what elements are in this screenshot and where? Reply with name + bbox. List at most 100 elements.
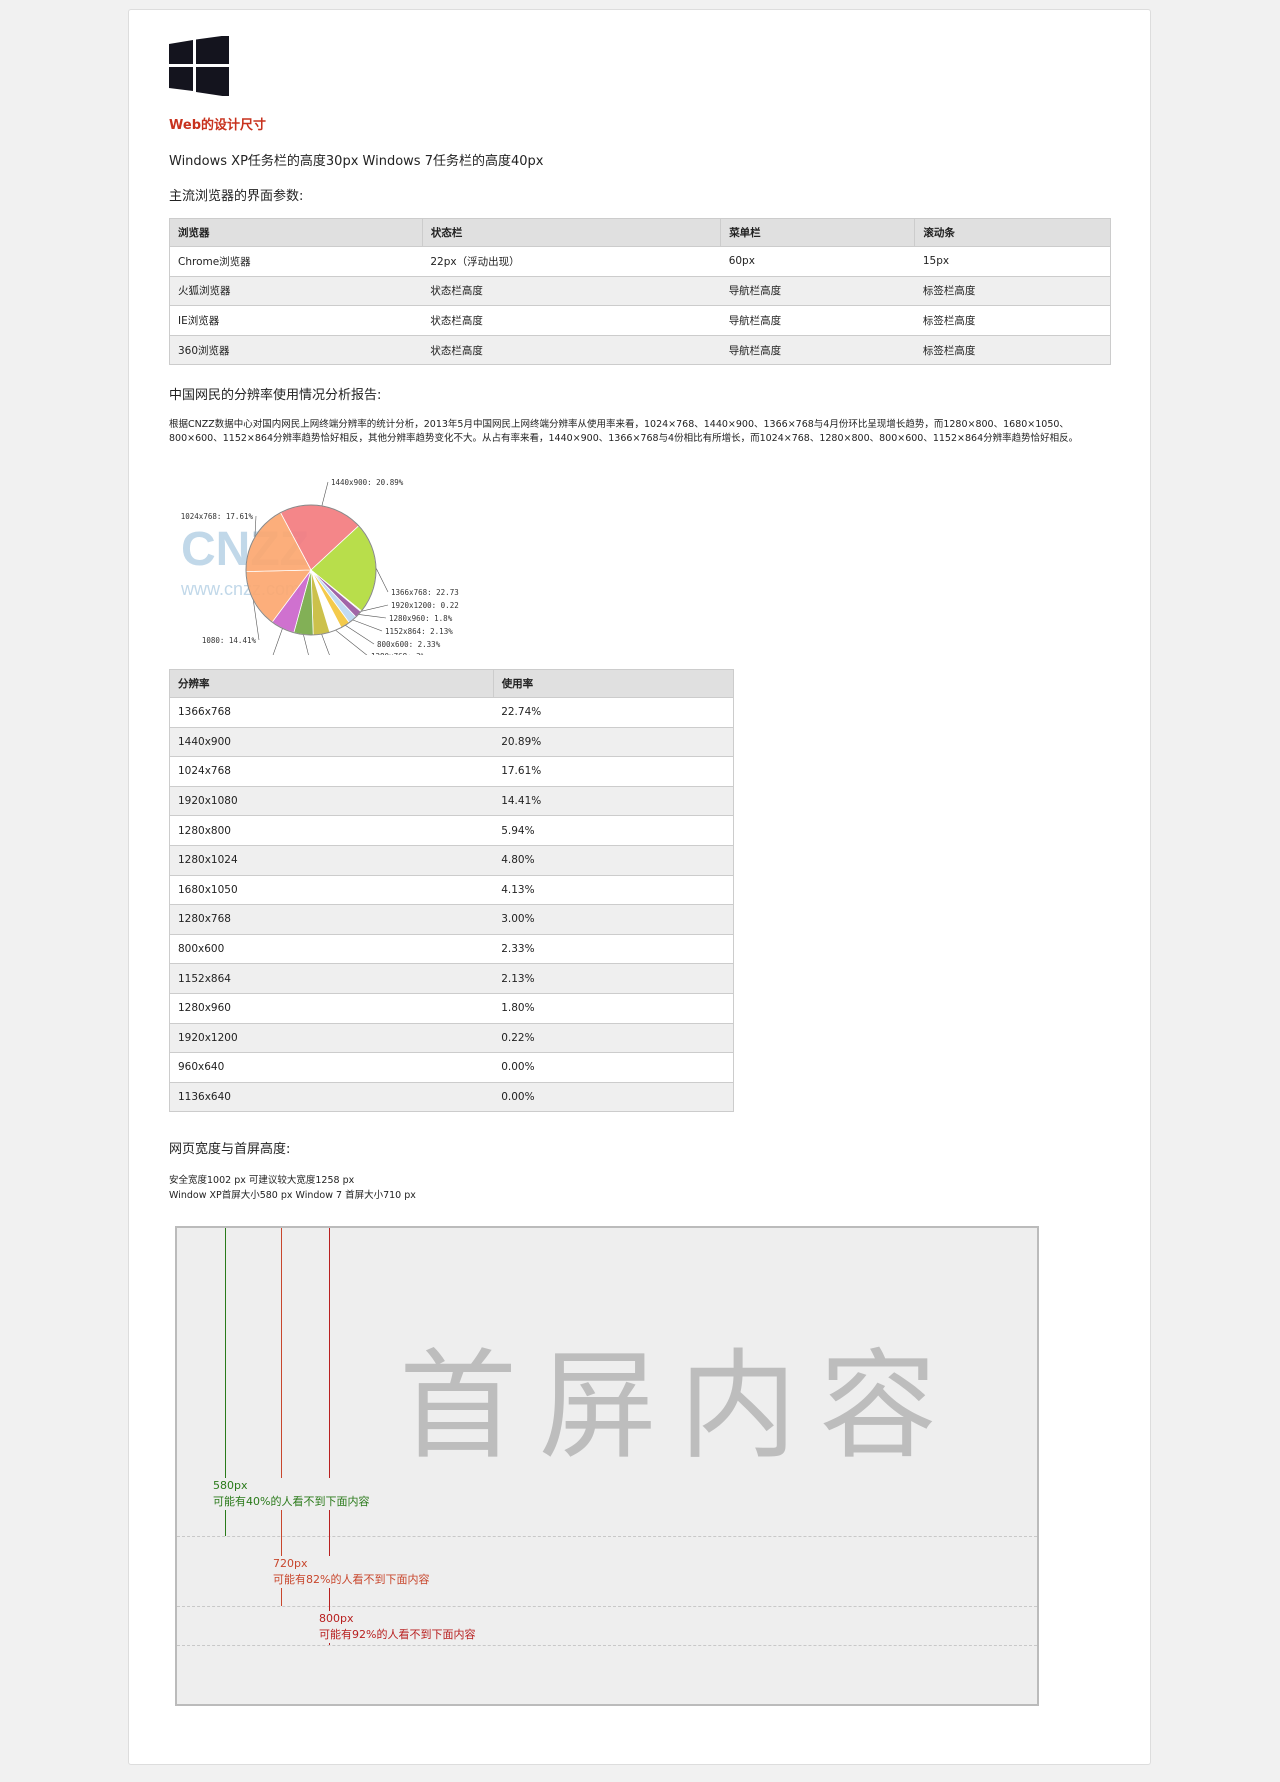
fold-line-720 xyxy=(177,1606,1037,1607)
marker-px: 800px xyxy=(319,1612,354,1625)
browsers-heading: 主流浏览器的界面参数: xyxy=(169,189,304,204)
column-header: 状态栏 xyxy=(421,218,722,247)
table-row: 360浏览器 状态栏高度 导航栏高度 标签栏高度 xyxy=(169,334,1111,366)
table-row: 1366x768 22.74% xyxy=(169,697,735,728)
table-row: 1920x1200 0.22% xyxy=(169,1022,735,1054)
table-cell: 标签栏高度 xyxy=(914,334,1111,366)
marker-text: 可能有40%的人看不到下面内容 xyxy=(213,1495,370,1508)
table-cell: 1280x960 xyxy=(169,992,494,1024)
pie-leader-line xyxy=(321,634,330,655)
pie-leader-line xyxy=(321,481,329,506)
pie-label: 800x600: 2.33% xyxy=(377,640,441,649)
table-cell: 1920x1080 xyxy=(169,785,494,817)
browser-table: 浏览器 状态栏 菜单栏 滚动条 Chrome浏览器 22px（浮动出现） 60px 15px 火… xyxy=(169,218,1111,366)
column-header: 浏览器 xyxy=(169,218,423,247)
table-cell: 1280x1024 xyxy=(169,844,494,876)
table-cell: Chrome浏览器 xyxy=(169,246,423,277)
table-cell: 3.00% xyxy=(493,904,735,935)
pie-label: 1366x768: 22.73 xyxy=(391,588,459,597)
marker-800: 800px 可能有92%的人看不到下面内容 xyxy=(319,1611,476,1643)
table-cell: 360浏览器 xyxy=(169,334,423,366)
intro-text: Windows XP任务栏的高度30px Windows 7任务栏的高度40px xyxy=(169,154,544,169)
table-cell: 20.89% xyxy=(493,726,735,758)
table-cell: 22px（浮动出现） xyxy=(422,246,721,277)
table-cell: 0.22% xyxy=(493,1022,735,1054)
table-row: 火狐浏览器 状态栏高度 导航栏高度 标签栏高度 xyxy=(169,275,1111,307)
pie-label: 1152x864: 2.13% xyxy=(385,627,453,636)
marker-px: 720px xyxy=(273,1557,308,1570)
column-header: 分辨率 xyxy=(169,669,494,698)
first-screen-diagram: 首屏内容 580px 可能有40%的人看不到下面内容 720px 可能有82%的… xyxy=(175,1226,1039,1706)
table-cell: 1024x768 xyxy=(169,756,494,787)
table-row: 1440x900 20.89% xyxy=(169,726,735,758)
fold-line-580 xyxy=(177,1536,1037,1537)
marker-720: 720px 可能有82%的人看不到下面内容 xyxy=(273,1556,430,1588)
pie-leader-line xyxy=(272,628,283,655)
table-row: Chrome浏览器 22px（浮动出现） 60px 15px xyxy=(169,246,1111,277)
first-screen-label: 首屏内容 xyxy=(399,1337,960,1475)
table-row: 1280x768 3.00% xyxy=(169,904,735,935)
table-cell: IE浏览器 xyxy=(169,305,423,336)
table-cell: 状态栏高度 xyxy=(422,275,721,307)
table-cell: 1920x1200 xyxy=(169,1022,494,1054)
pie-leader-line xyxy=(375,567,389,593)
pie-leader-line xyxy=(303,634,309,655)
table-cell: 导航栏高度 xyxy=(720,334,915,366)
pie-label: 1280x768: 3% xyxy=(371,652,426,655)
table-cell: 0.00% xyxy=(493,1052,735,1083)
table-row: 1280x800 5.94% xyxy=(169,815,735,846)
table-row: 1280x1024 4.80% xyxy=(169,844,735,876)
windows-logo-icon xyxy=(169,36,229,96)
table-cell: 17.61% xyxy=(493,756,735,787)
pie-label: 1280x960: 1.8% xyxy=(389,614,453,623)
pie-label: 1440x900: 20.89% xyxy=(331,478,404,487)
page-title: Web的设计尺寸 xyxy=(169,118,266,133)
pie-label: 1080: 14.41% xyxy=(202,636,257,645)
table-cell: 960x640 xyxy=(169,1052,494,1083)
article-card: Web的设计尺寸 Windows XP任务栏的高度30px Windows 7任… xyxy=(128,9,1151,1765)
pie-label: 1024x768: 17.61% xyxy=(181,512,253,521)
table-row: 1024x768 17.61% xyxy=(169,756,735,787)
page-size-notes: 安全宽度1002 px 可建议较大宽度1258 px Window XP首屏大小… xyxy=(169,1173,416,1203)
table-row: IE浏览器 状态栏高度 导航栏高度 标签栏高度 xyxy=(169,305,1111,336)
first-screen-text: Window XP首屏大小580 px Window 7 首屏大小710 px xyxy=(169,1190,416,1201)
resolution-pie-chart: CNZZwww.cnzz.com1440x900: 20.89%1366x768… xyxy=(181,478,459,655)
marker-line-720 xyxy=(281,1228,282,1606)
fold-line-800 xyxy=(177,1645,1037,1646)
table-cell: 4.13% xyxy=(493,874,735,906)
table-cell: 1136x640 xyxy=(169,1081,494,1113)
table-cell: 1440x900 xyxy=(169,726,494,758)
safe-width-text: 安全宽度1002 px 可建议较大宽度1258 px xyxy=(169,1175,355,1186)
table-cell: 标签栏高度 xyxy=(914,275,1111,307)
marker-text: 可能有92%的人看不到下面内容 xyxy=(319,1628,476,1641)
marker-px: 580px xyxy=(213,1479,248,1492)
table-cell: 状态栏高度 xyxy=(422,305,721,336)
table-row: 1280x960 1.80% xyxy=(169,992,735,1024)
table-cell: 60px xyxy=(720,246,915,277)
resolution-heading: 中国网民的分辨率使用情况分析报告: xyxy=(169,388,382,403)
table-cell: 22.74% xyxy=(493,697,735,728)
pie-leader-line xyxy=(358,614,387,619)
table-cell: 0.00% xyxy=(493,1081,735,1113)
table-row: 1920x1080 14.41% xyxy=(169,785,735,817)
table-cell: 14.41% xyxy=(493,785,735,817)
table-row: 960x640 0.00% xyxy=(169,1052,735,1083)
pie-leader-line xyxy=(352,619,383,632)
table-cell: 导航栏高度 xyxy=(720,305,915,336)
table-cell: 1280x768 xyxy=(169,904,494,935)
table-row: 1680x1050 4.13% xyxy=(169,874,735,906)
table-cell: 1.80% xyxy=(493,992,735,1024)
column-header: 菜单栏 xyxy=(720,218,916,247)
table-cell: 4.80% xyxy=(493,844,735,876)
table-cell: 1152x864 xyxy=(169,963,494,994)
resolution-paragraph: 根据CNZZ数据中心对国内网民上网终端分辨率的统计分析，2013年5月中国网民上… xyxy=(169,419,1079,444)
column-header: 使用率 xyxy=(492,669,735,698)
column-header: 滚动条 xyxy=(914,218,1111,247)
table-cell: 火狐浏览器 xyxy=(169,275,423,307)
table-cell: 2.33% xyxy=(493,933,735,965)
page-size-heading: 网页宽度与首屏高度: xyxy=(169,1142,291,1157)
table-cell: 标签栏高度 xyxy=(914,305,1111,336)
table-cell: 1280x800 xyxy=(169,815,494,846)
table-cell: 2.13% xyxy=(493,963,735,994)
pie-label: 1920x1200: 0.22 xyxy=(391,601,459,610)
